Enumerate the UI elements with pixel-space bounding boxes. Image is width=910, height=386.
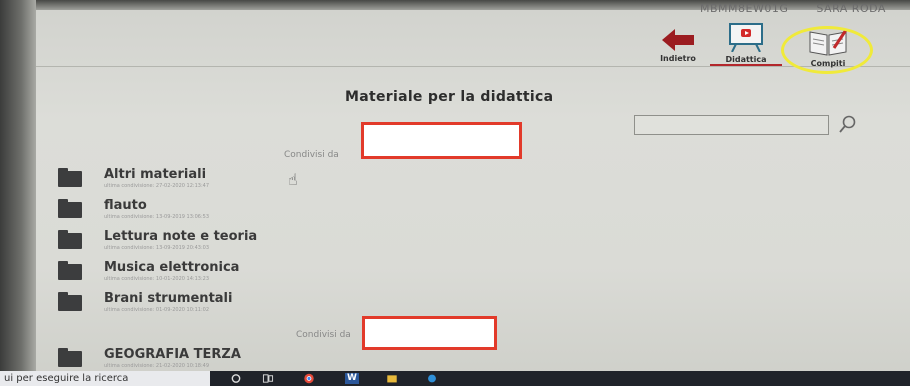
search-icon[interactable]: [838, 114, 858, 134]
didattica-button[interactable]: Didattica: [718, 22, 774, 64]
cortana-icon[interactable]: [230, 373, 242, 384]
folder-date: ultima condivisione: 13-09-2019 13:06:53: [104, 214, 209, 220]
presentation-board-icon: [729, 23, 763, 52]
user-code: MBMM8EW01G: [700, 2, 789, 15]
folder-icon: [58, 199, 82, 218]
folder-icon: [58, 168, 82, 187]
header-divider: [36, 66, 910, 67]
edge-icon[interactable]: [425, 373, 439, 384]
word-icon[interactable]: W: [345, 373, 359, 384]
page-title: Materiale per la didattica: [345, 89, 554, 105]
folder-name: Altri materiali: [104, 167, 207, 182]
file-explorer-icon[interactable]: [385, 373, 399, 384]
folder-date: ultima condivisione: 01-09-2020 10:11:02: [104, 307, 209, 313]
chrome-icon[interactable]: [302, 373, 316, 384]
folder-name: Brani strumentali: [104, 291, 233, 306]
user-info: MBMM8EW01G SARA RODA: [700, 2, 910, 15]
back-label: Indietro: [660, 54, 696, 63]
didattica-label: Didattica: [725, 55, 767, 64]
task-view-icon[interactable]: [262, 373, 274, 384]
back-button[interactable]: Indietro: [658, 29, 698, 63]
folder-date: ultima condivisione: 27-02-2020 12:13:47: [104, 183, 209, 189]
folder-icon: [58, 261, 82, 280]
folder-icon: [58, 292, 82, 311]
folder-name: Lettura note e teoria: [104, 229, 258, 244]
monitor-bezel-left: [0, 0, 36, 386]
search-input[interactable]: [634, 115, 829, 135]
hand-cursor-icon: ☝: [288, 170, 298, 189]
folder-date: ultima condivisione: 10-01-2020 14:13:23: [104, 276, 209, 282]
folder-date: ultima condivisione: 13-09-2019 20:43:03: [104, 245, 209, 251]
user-name: SARA RODA: [816, 2, 886, 15]
folder-name: Musica elettronica: [104, 260, 240, 275]
arrow-left-icon: [662, 29, 694, 51]
redacted-name-box: [362, 316, 497, 350]
taskbar: ui per eseguire la ricerca W: [0, 371, 910, 386]
active-tab-underline: [710, 64, 782, 66]
shared-by-label: Condivisi da: [296, 330, 351, 340]
folder-name: GEOGRAFIA TERZA: [104, 347, 241, 362]
folder-icon: [58, 348, 82, 367]
taskbar-search[interactable]: ui per eseguire la ricerca: [0, 371, 210, 386]
highlight-circle: [781, 26, 873, 74]
folder-icon: [58, 230, 82, 249]
folder-date: ultima condivisione: 21-02-2020 10:18:49: [104, 363, 209, 369]
redacted-name-box: [361, 122, 522, 159]
shared-by-label: Condivisi da: [284, 150, 339, 160]
folder-name: flauto: [104, 198, 147, 213]
